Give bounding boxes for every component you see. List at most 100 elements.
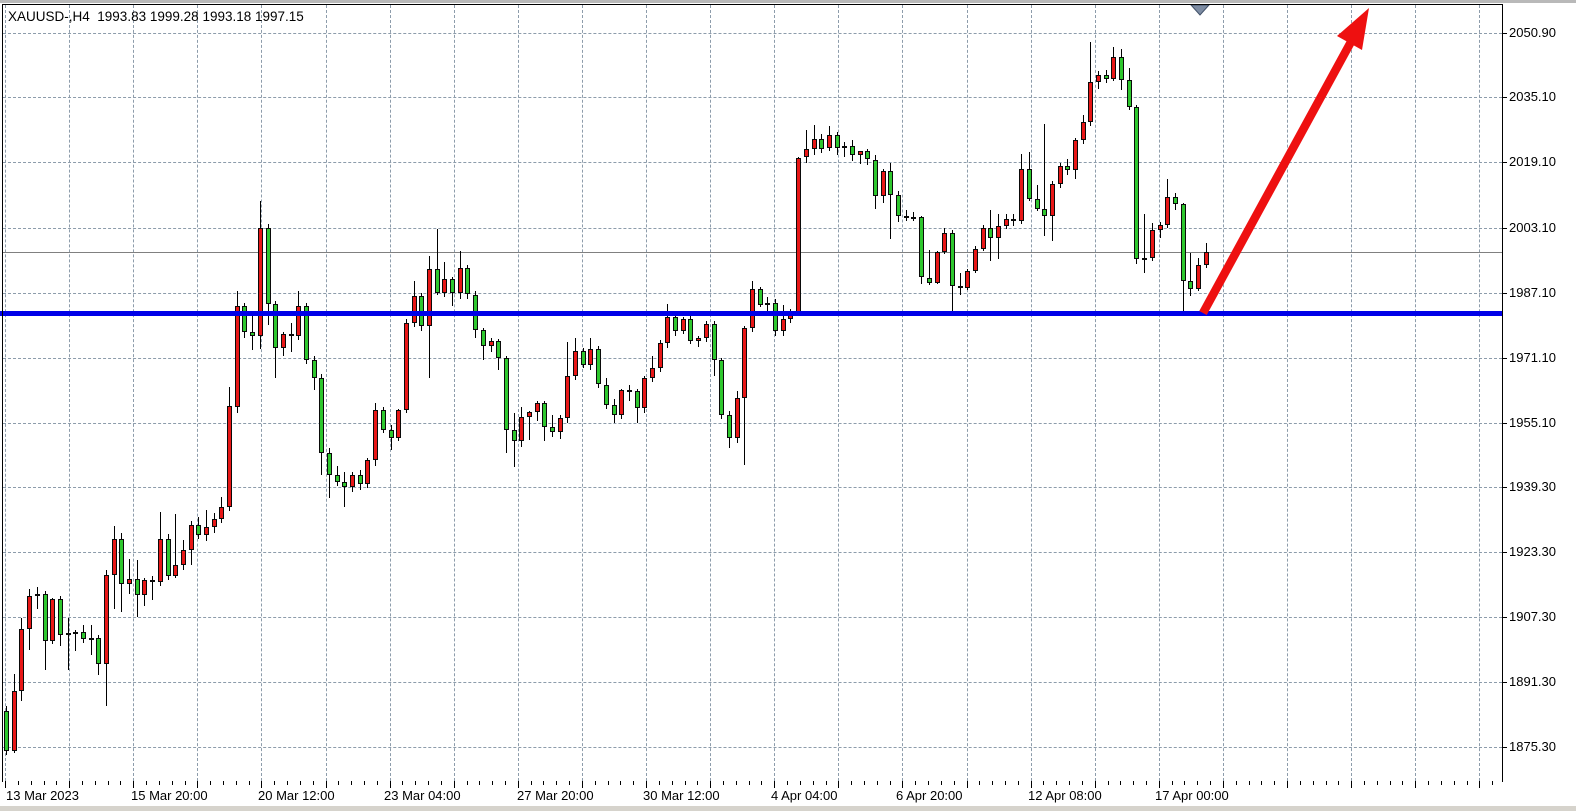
x-axis-minor-tick bbox=[300, 781, 301, 785]
candle-bear bbox=[612, 405, 617, 415]
candle-bull bbox=[396, 410, 401, 439]
y-axis-tick bbox=[1502, 228, 1507, 229]
y-axis-label: 2035.10 bbox=[1509, 89, 1573, 105]
vertical-gridline bbox=[967, 5, 968, 781]
candle-bull bbox=[1196, 265, 1201, 289]
horizontal-gridline bbox=[3, 617, 1502, 618]
x-axis-major-tick bbox=[518, 781, 519, 788]
candle-bear bbox=[266, 228, 271, 305]
candle-bull bbox=[650, 368, 655, 378]
x-axis-minor-tick bbox=[338, 781, 339, 785]
x-axis-label: 12 Apr 08:00 bbox=[1028, 788, 1102, 804]
candle-bear bbox=[581, 351, 586, 365]
candle-bull bbox=[1150, 230, 1155, 258]
vertical-gridline bbox=[133, 5, 134, 781]
x-axis-minor-tick bbox=[620, 781, 621, 785]
candle-bull bbox=[965, 271, 970, 288]
candle-bull bbox=[735, 398, 740, 438]
x-axis-major-tick bbox=[774, 781, 775, 788]
candle-wick bbox=[68, 618, 69, 670]
candle-bear bbox=[289, 334, 294, 336]
candle-bull bbox=[827, 135, 832, 149]
x-axis-minor-tick bbox=[1428, 781, 1429, 785]
x-axis-label: 17 Apr 00:00 bbox=[1155, 788, 1229, 804]
y-axis-tick bbox=[1502, 617, 1507, 618]
candle-bull bbox=[365, 460, 370, 484]
candle-bear bbox=[58, 599, 63, 635]
x-axis-minor-tick bbox=[633, 781, 634, 785]
candle-bear bbox=[773, 303, 778, 332]
x-axis-major-tick bbox=[5, 781, 6, 788]
x-axis-major-tick bbox=[197, 781, 198, 788]
candle-bull bbox=[519, 417, 524, 442]
x-axis-minor-tick bbox=[1261, 781, 1262, 785]
candle-bull bbox=[173, 565, 178, 576]
y-axis-label: 1939.30 bbox=[1509, 479, 1573, 495]
candle-bull bbox=[973, 249, 978, 271]
time-axis[interactable]: 13 Mar 202315 Mar 20:0020 Mar 12:0023 Ma… bbox=[0, 782, 1576, 806]
y-axis-tick bbox=[1502, 552, 1507, 553]
horizontal-gridline bbox=[3, 552, 1502, 553]
candle-bear bbox=[119, 539, 124, 584]
vertical-gridline bbox=[1031, 5, 1032, 781]
y-axis-label: 2050.90 bbox=[1509, 25, 1573, 41]
candle-bear bbox=[688, 319, 693, 341]
x-axis-minor-tick bbox=[1274, 781, 1275, 785]
mt4-chart-window: 2050.902035.102019.102003.101987.101971.… bbox=[0, 0, 1576, 811]
candle-bull bbox=[66, 633, 71, 635]
x-axis-label: 4 Apr 04:00 bbox=[771, 788, 838, 804]
x-axis-minor-tick bbox=[1377, 781, 1378, 785]
vertical-gridline bbox=[1287, 5, 1288, 781]
x-axis-major-tick bbox=[1415, 781, 1416, 788]
y-axis-tick bbox=[1502, 747, 1507, 748]
y-axis-tick bbox=[1502, 487, 1507, 488]
y-axis-label: 1907.30 bbox=[1509, 609, 1573, 625]
candle-bear bbox=[342, 482, 347, 487]
x-axis-minor-tick bbox=[1184, 781, 1185, 785]
candle-bull bbox=[1073, 140, 1078, 170]
candle-bear bbox=[43, 594, 48, 641]
y-axis-label: 1987.10 bbox=[1509, 285, 1573, 301]
x-axis-minor-tick bbox=[441, 781, 442, 785]
candle-bear bbox=[950, 233, 955, 286]
vertical-gridline bbox=[1479, 5, 1480, 781]
candle-bear bbox=[465, 268, 470, 295]
x-axis-major-tick bbox=[710, 781, 711, 788]
x-axis-minor-tick bbox=[543, 781, 544, 785]
candle-bull bbox=[73, 632, 78, 634]
horizontal-gridline bbox=[3, 162, 1502, 163]
x-axis-minor-tick bbox=[1146, 781, 1147, 785]
candle-wick bbox=[1144, 214, 1145, 273]
candle-wick bbox=[960, 273, 961, 295]
candle-bull bbox=[573, 351, 578, 376]
y-axis-label: 1875.30 bbox=[1509, 739, 1573, 755]
candle-bear bbox=[196, 525, 201, 535]
candle-bull bbox=[558, 418, 563, 433]
x-axis-minor-tick bbox=[672, 781, 673, 785]
horizontal-gridline bbox=[3, 33, 1502, 34]
price-axis[interactable]: 2050.902035.102019.102003.101987.101971.… bbox=[1503, 3, 1576, 806]
y-axis-label: 1923.30 bbox=[1509, 544, 1573, 560]
candle-bear bbox=[150, 580, 155, 582]
horizontal-gridline bbox=[3, 747, 1502, 748]
x-axis-minor-tick bbox=[826, 781, 827, 785]
x-axis-minor-tick bbox=[120, 781, 121, 785]
x-axis-minor-tick bbox=[1005, 781, 1006, 785]
candle-bear bbox=[758, 289, 763, 305]
candle-bear bbox=[1134, 107, 1139, 259]
candle-bear bbox=[958, 286, 963, 288]
x-axis-major-tick bbox=[390, 781, 391, 788]
x-axis-minor-tick bbox=[1300, 781, 1301, 785]
candle-bull bbox=[681, 319, 686, 331]
candle-bear bbox=[635, 391, 640, 408]
chart-plot-area[interactable] bbox=[0, 0, 1576, 811]
candle-bear bbox=[1188, 281, 1193, 289]
x-axis-major-tick bbox=[1287, 781, 1288, 788]
x-axis-minor-tick bbox=[377, 781, 378, 785]
candle-bull bbox=[1204, 252, 1209, 266]
x-axis-minor-tick bbox=[402, 781, 403, 785]
candle-bear bbox=[1011, 219, 1016, 221]
candle-bull bbox=[535, 403, 540, 412]
high-value: 1999.28 bbox=[150, 9, 199, 24]
candle-bull bbox=[1019, 169, 1024, 221]
